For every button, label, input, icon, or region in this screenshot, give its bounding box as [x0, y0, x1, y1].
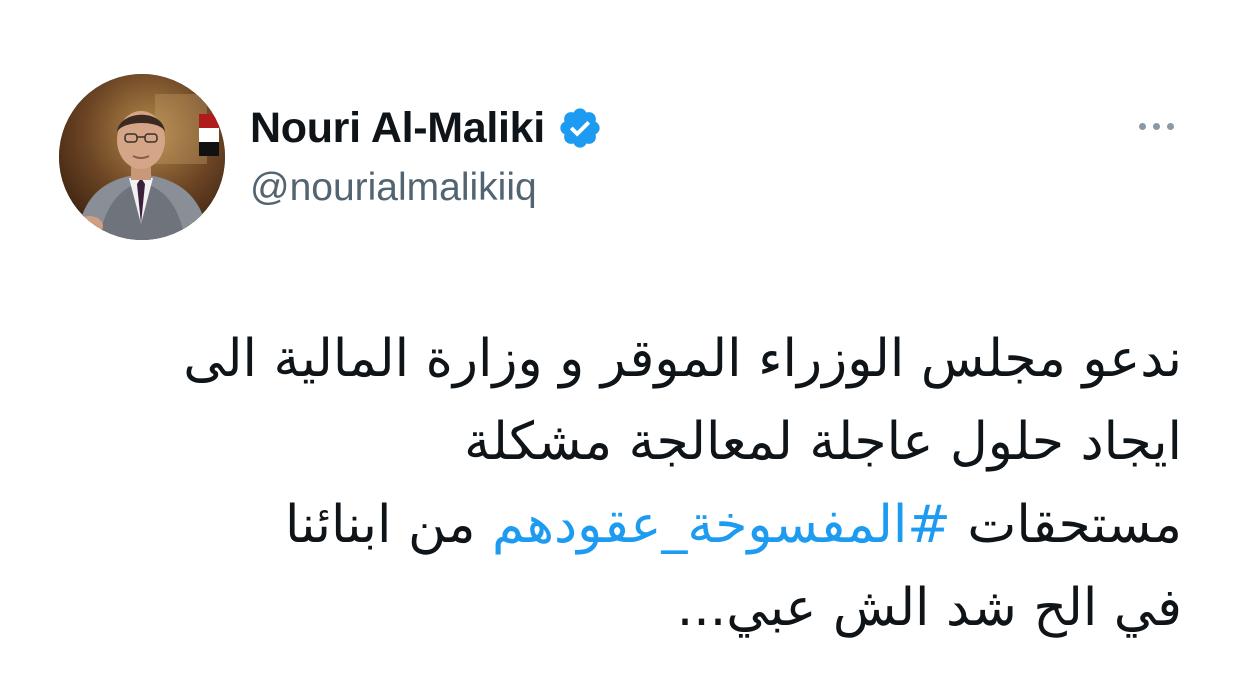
hashtag-link[interactable]: #المفسوخة_عقودهم: [492, 495, 951, 555]
tweet-text-line: في الح شد الش عبي...: [676, 578, 1182, 638]
tweet-text-segment: مستحقات: [950, 495, 1182, 555]
more-horizontal-icon: [1138, 122, 1146, 130]
user-handle[interactable]: @nourialmalikiiq: [250, 166, 537, 210]
display-name[interactable]: Nouri Al-Maliki: [250, 104, 545, 153]
more-horizontal-icon: [1166, 122, 1174, 130]
profile-photo: [59, 74, 225, 240]
tweet-text: ندعو مجلس الوزراء الموقر و وزارة المالية…: [55, 318, 1182, 650]
tweet-card: Nouri Al-Maliki @nourialmalikiiq ندعو مج…: [0, 0, 1242, 695]
more-options-button[interactable]: [1124, 104, 1188, 148]
more-horizontal-icon: [1152, 122, 1160, 130]
verified-badge-icon: [557, 105, 603, 151]
tweet-text-line: ندعو مجلس الوزراء الموقر و وزارة المالية…: [183, 329, 1182, 389]
avatar[interactable]: [59, 74, 225, 240]
tweet-text-segment: من ابنائنا: [285, 495, 492, 555]
tweet-text-line: ايجاد حلول عاجلة لمعالجة مشكلة: [464, 412, 1182, 472]
tweet-text-line: مستحقات #المفسوخة_عقودهم من ابنائنا: [55, 484, 1182, 567]
name-row: Nouri Al-Maliki: [250, 100, 603, 156]
